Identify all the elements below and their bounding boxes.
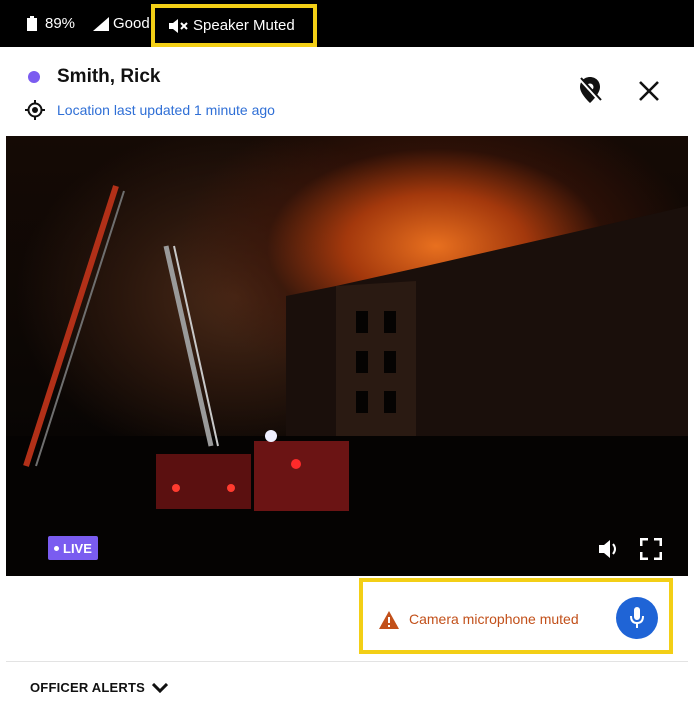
location-off-icon[interactable] <box>578 76 602 104</box>
live-badge: LIVE <box>48 536 98 560</box>
officer-header: Smith, Rick Location last updated 1 minu… <box>6 48 688 136</box>
speaker-muted-highlight: Speaker Muted <box>151 4 317 47</box>
status-dot <box>28 71 40 83</box>
location-status: Location last updated 1 minute ago <box>57 102 275 118</box>
divider <box>6 661 688 662</box>
volume-icon[interactable] <box>599 539 621 559</box>
officer-alerts-toggle[interactable]: OFFICER ALERTS <box>30 680 168 695</box>
battery-level: 89% <box>45 15 76 32</box>
fullscreen-icon[interactable] <box>640 538 662 560</box>
battery-icon <box>27 0 37 47</box>
officer-alerts-label: OFFICER ALERTS <box>30 680 145 695</box>
microphone-muted-text: Camera microphone muted <box>409 611 579 627</box>
fire-scene-image <box>6 185 688 576</box>
microphone-muted-highlight: Camera microphone muted <box>359 578 673 654</box>
microphone-button[interactable] <box>616 597 658 639</box>
signal-icon <box>93 0 109 47</box>
chevron-down-icon <box>151 682 168 693</box>
live-video-feed[interactable]: LIVE <box>6 136 688 576</box>
status-bar: 89% Good Speaker Muted <box>0 0 694 47</box>
officer-name: Smith, Rick <box>57 66 161 87</box>
microphone-icon <box>630 607 644 628</box>
live-label: LIVE <box>63 540 92 556</box>
speaker-status: Speaker Muted <box>193 17 295 34</box>
speaker-muted-icon <box>169 18 188 33</box>
live-dot <box>54 545 59 551</box>
warning-icon <box>379 611 399 629</box>
target-icon <box>25 100 45 120</box>
signal-strength: Good <box>113 15 150 32</box>
close-icon[interactable] <box>638 80 660 102</box>
